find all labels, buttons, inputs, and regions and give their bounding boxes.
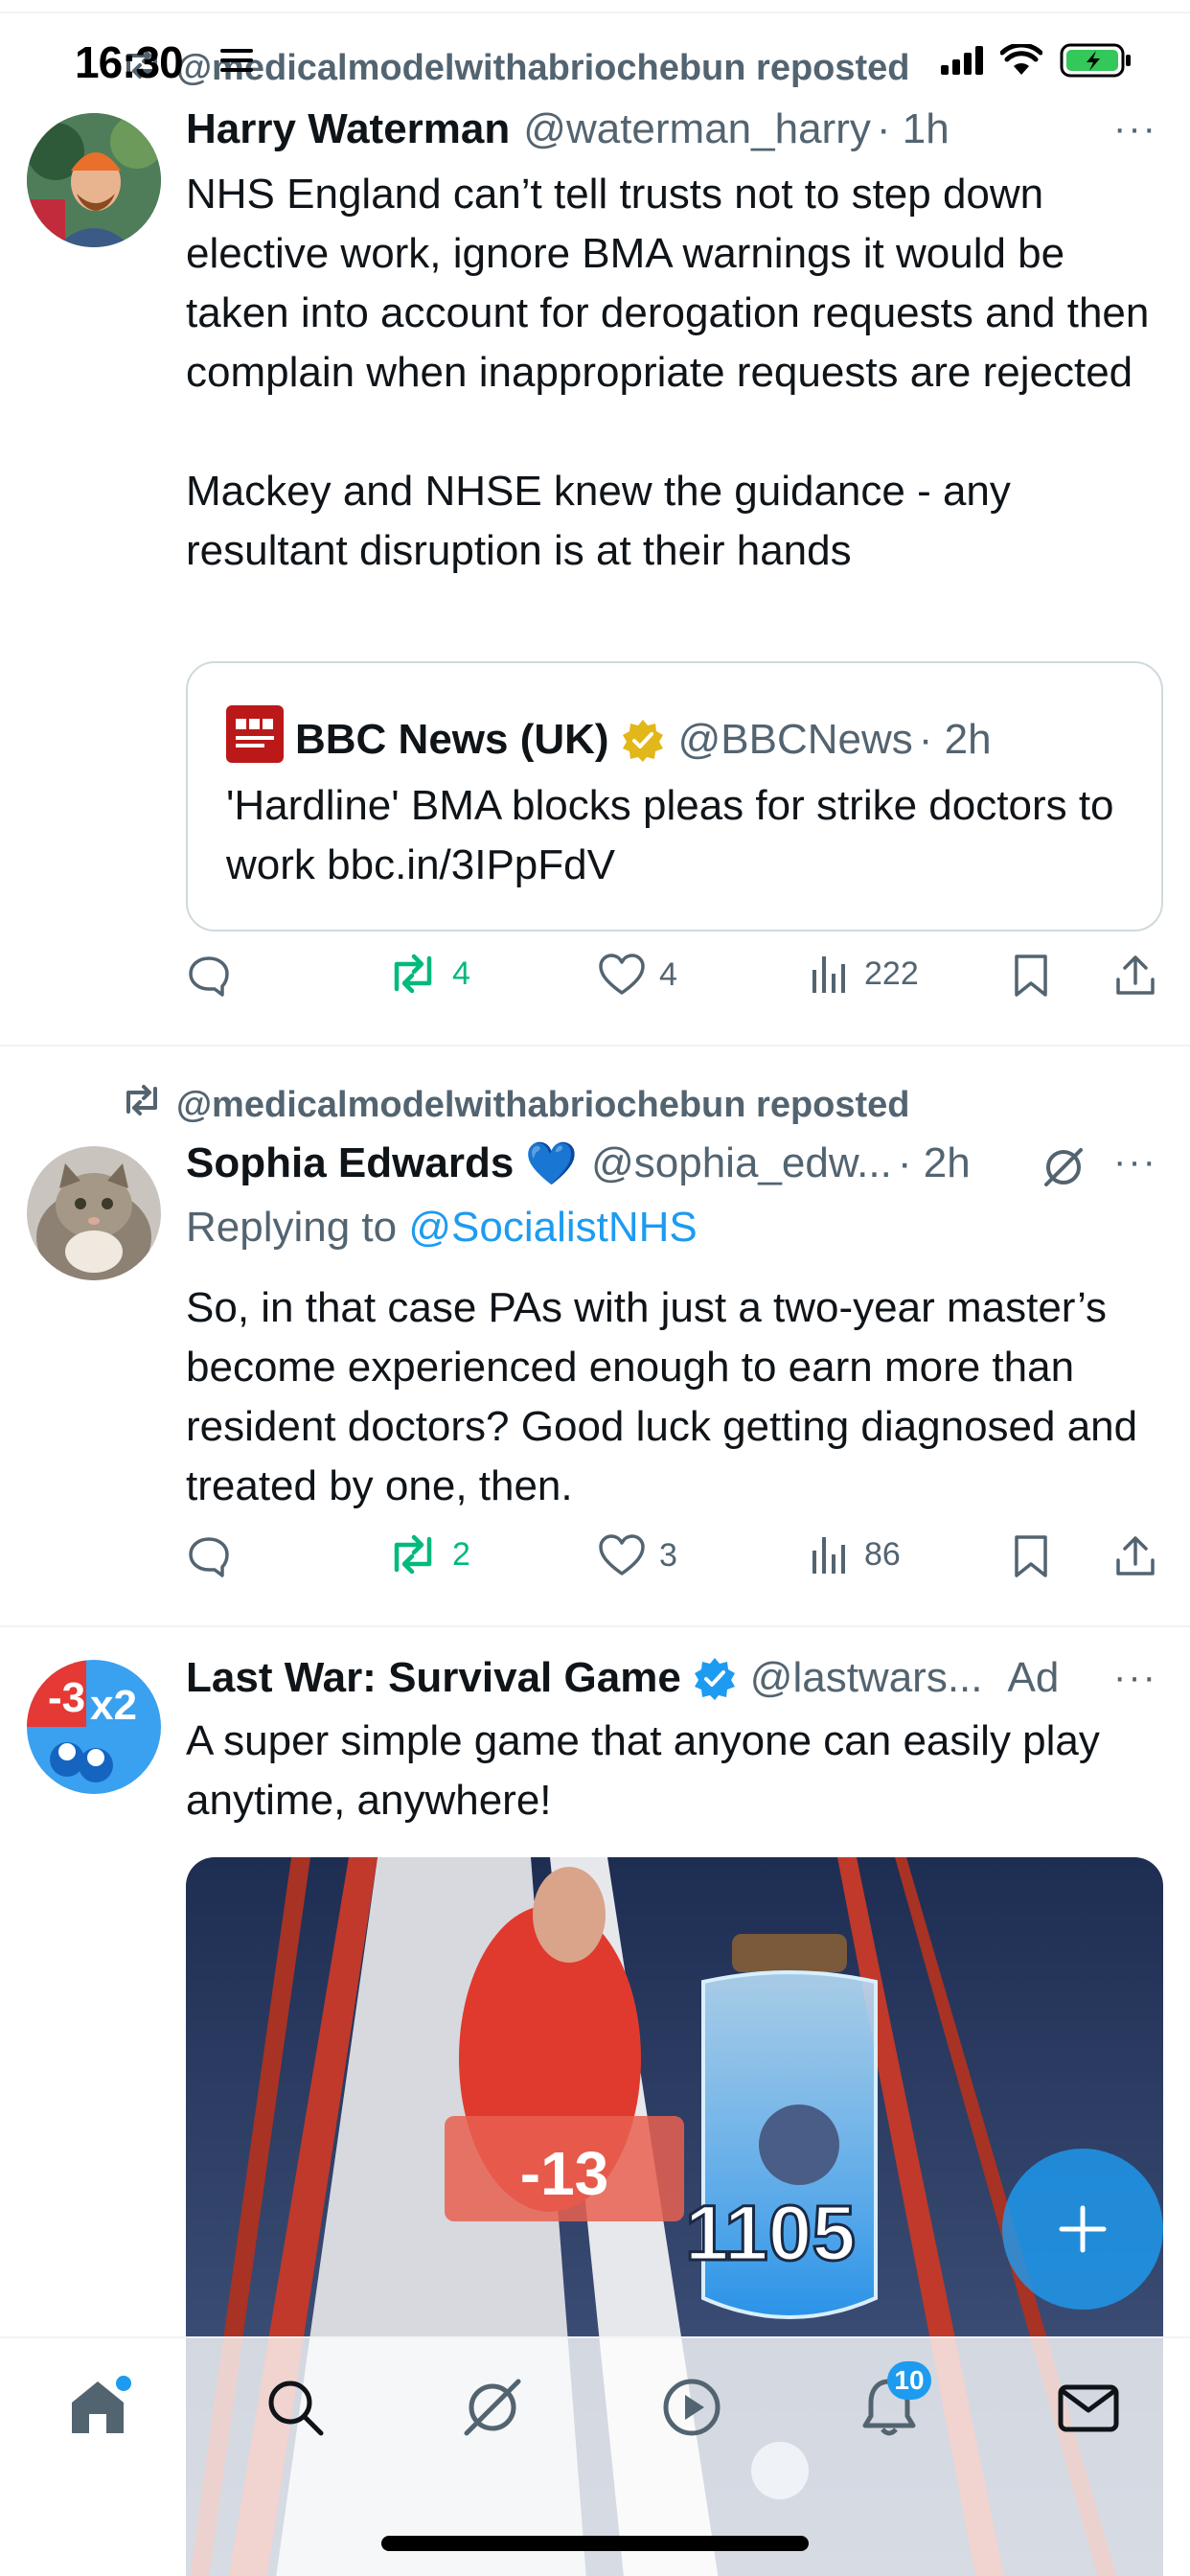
avatar-badge-left: -3 xyxy=(48,1674,85,1721)
tab-grok[interactable] xyxy=(454,2369,531,2446)
bbc-logo-icon xyxy=(226,705,284,773)
views-button[interactable]: 222 xyxy=(809,953,919,995)
verified-gold-icon xyxy=(621,718,665,762)
tab-search[interactable] xyxy=(257,2369,333,2446)
like-button[interactable]: 3 xyxy=(598,1533,677,1577)
like-icon xyxy=(599,1534,645,1576)
author-name[interactable]: Sophia Edwards xyxy=(186,1139,514,1187)
status-icons xyxy=(220,42,1133,83)
reply-icon xyxy=(189,1537,229,1577)
post-divider xyxy=(0,1625,1190,1627)
views-count: 222 xyxy=(864,954,919,992)
author-handle[interactable]: @sophia_edw... xyxy=(591,1139,892,1187)
tab-notifications[interactable]: 10 xyxy=(851,2361,931,2446)
status-time: 16:30 xyxy=(75,37,184,87)
views-button[interactable]: 86 xyxy=(809,1533,901,1576)
wifi-icon xyxy=(999,42,1043,81)
signal-icon xyxy=(941,46,983,80)
views-count: 86 xyxy=(864,1535,901,1573)
home-indicator[interactable] xyxy=(381,2536,809,2551)
messages-icon xyxy=(1058,2384,1119,2432)
bookmark-icon xyxy=(1015,954,1047,997)
replying-prefix: Replying to xyxy=(186,1204,398,1251)
tab-video[interactable] xyxy=(653,2369,730,2446)
avatar-badge-right: x2 xyxy=(90,1682,137,1729)
quote-author-name: BBC News (UK) xyxy=(295,715,609,763)
repost-indicator[interactable]: @medicalmodelwithabriochebun reposted xyxy=(121,1083,910,1127)
reply-button[interactable] xyxy=(186,953,232,999)
quote-header: BBC News (UK) @BBCNews · 2h xyxy=(226,705,992,773)
author-handle[interactable]: @lastwars... xyxy=(750,1654,983,1702)
repost-icon xyxy=(394,954,432,994)
avatar[interactable] xyxy=(27,113,161,247)
repost-count: 2 xyxy=(452,1535,470,1573)
repost-count: 4 xyxy=(452,954,470,992)
reply-icon xyxy=(189,956,229,997)
search-icon xyxy=(268,2380,324,2436)
verified-blue-icon xyxy=(693,1656,737,1700)
action-bar: 2 3 86 xyxy=(186,1533,1163,1591)
compose-button[interactable] xyxy=(1002,2149,1163,2310)
post-time: · 2h xyxy=(897,1139,971,1186)
status-bar: 16:30 xyxy=(0,0,1190,125)
repost-icon xyxy=(394,1534,432,1575)
share-button[interactable] xyxy=(1113,953,1157,999)
post-text: NHS England can’t tell trusts not to ste… xyxy=(186,171,1150,574)
post-text: So, in that case PAs with just a two-yea… xyxy=(186,1284,1138,1509)
action-bar: 4 4 222 xyxy=(186,953,1163,1010)
home-icon xyxy=(72,2376,131,2433)
video-icon xyxy=(663,2379,721,2436)
avatar[interactable]: -3 x2 xyxy=(27,1660,161,1794)
bookmark-icon xyxy=(1015,1535,1047,1577)
battery-icon xyxy=(1060,42,1133,83)
quote-time: · 2h xyxy=(918,715,992,763)
like-count: 3 xyxy=(659,1536,677,1574)
repost-label: @medicalmodelwithabriochebun reposted xyxy=(176,1084,910,1125)
ad-label: Ad xyxy=(1007,1654,1060,1701)
quoted-post[interactable]: BBC News (UK) @BBCNews · 2h 'Hardline' B… xyxy=(186,661,1163,932)
replying-to-link[interactable]: @SocialistNHS xyxy=(408,1204,697,1251)
post-header: Last War: Survival Game @lastwars... Ad xyxy=(186,1654,1059,1702)
notifications-badge: 10 xyxy=(887,2361,931,2400)
repost-icon xyxy=(121,1083,163,1127)
share-icon xyxy=(1116,1536,1155,1576)
like-icon xyxy=(599,954,645,995)
like-count: 4 xyxy=(659,955,677,993)
tab-messages[interactable] xyxy=(1050,2369,1127,2446)
avatar[interactable] xyxy=(27,1146,161,1280)
post-text: A super simple game that anyone can easi… xyxy=(186,1717,1100,1824)
menu-icon xyxy=(220,47,253,79)
share-button[interactable] xyxy=(1113,1533,1157,1579)
repost-button[interactable]: 2 xyxy=(387,1533,470,1576)
views-icon xyxy=(812,956,845,993)
post-divider xyxy=(0,1045,1190,1046)
grok-icon[interactable] xyxy=(1041,1144,1087,1195)
post-header: Sophia Edwards 💙 @sophia_edw... · 2h xyxy=(186,1138,971,1188)
tab-home[interactable] xyxy=(59,2369,136,2446)
author-name-emoji: 💙 xyxy=(525,1140,579,1187)
views-icon xyxy=(812,1537,845,1574)
bottle-value: 1105 xyxy=(685,2190,856,2277)
like-button[interactable]: 4 xyxy=(598,953,677,997)
quote-author-handle: @BBCNews xyxy=(677,715,913,763)
grok-icon xyxy=(464,2379,521,2436)
quote-text: 'Hardline' BMA blocks pleas for strike d… xyxy=(226,782,1114,888)
reply-button[interactable] xyxy=(186,1533,232,1579)
replying-to: Replying to @SocialistNHS xyxy=(186,1204,698,1252)
gate-value: -13 xyxy=(520,2139,609,2208)
more-options-icon[interactable]: ··· xyxy=(1113,1656,1157,1699)
bookmark-button[interactable] xyxy=(1012,1533,1050,1579)
bookmark-button[interactable] xyxy=(1012,953,1050,999)
repost-button[interactable]: 4 xyxy=(387,953,470,995)
more-options-icon[interactable]: ··· xyxy=(1113,1140,1157,1184)
share-icon xyxy=(1116,955,1155,995)
plus-icon xyxy=(1059,2205,1107,2253)
author-name[interactable]: Last War: Survival Game xyxy=(186,1654,681,1702)
